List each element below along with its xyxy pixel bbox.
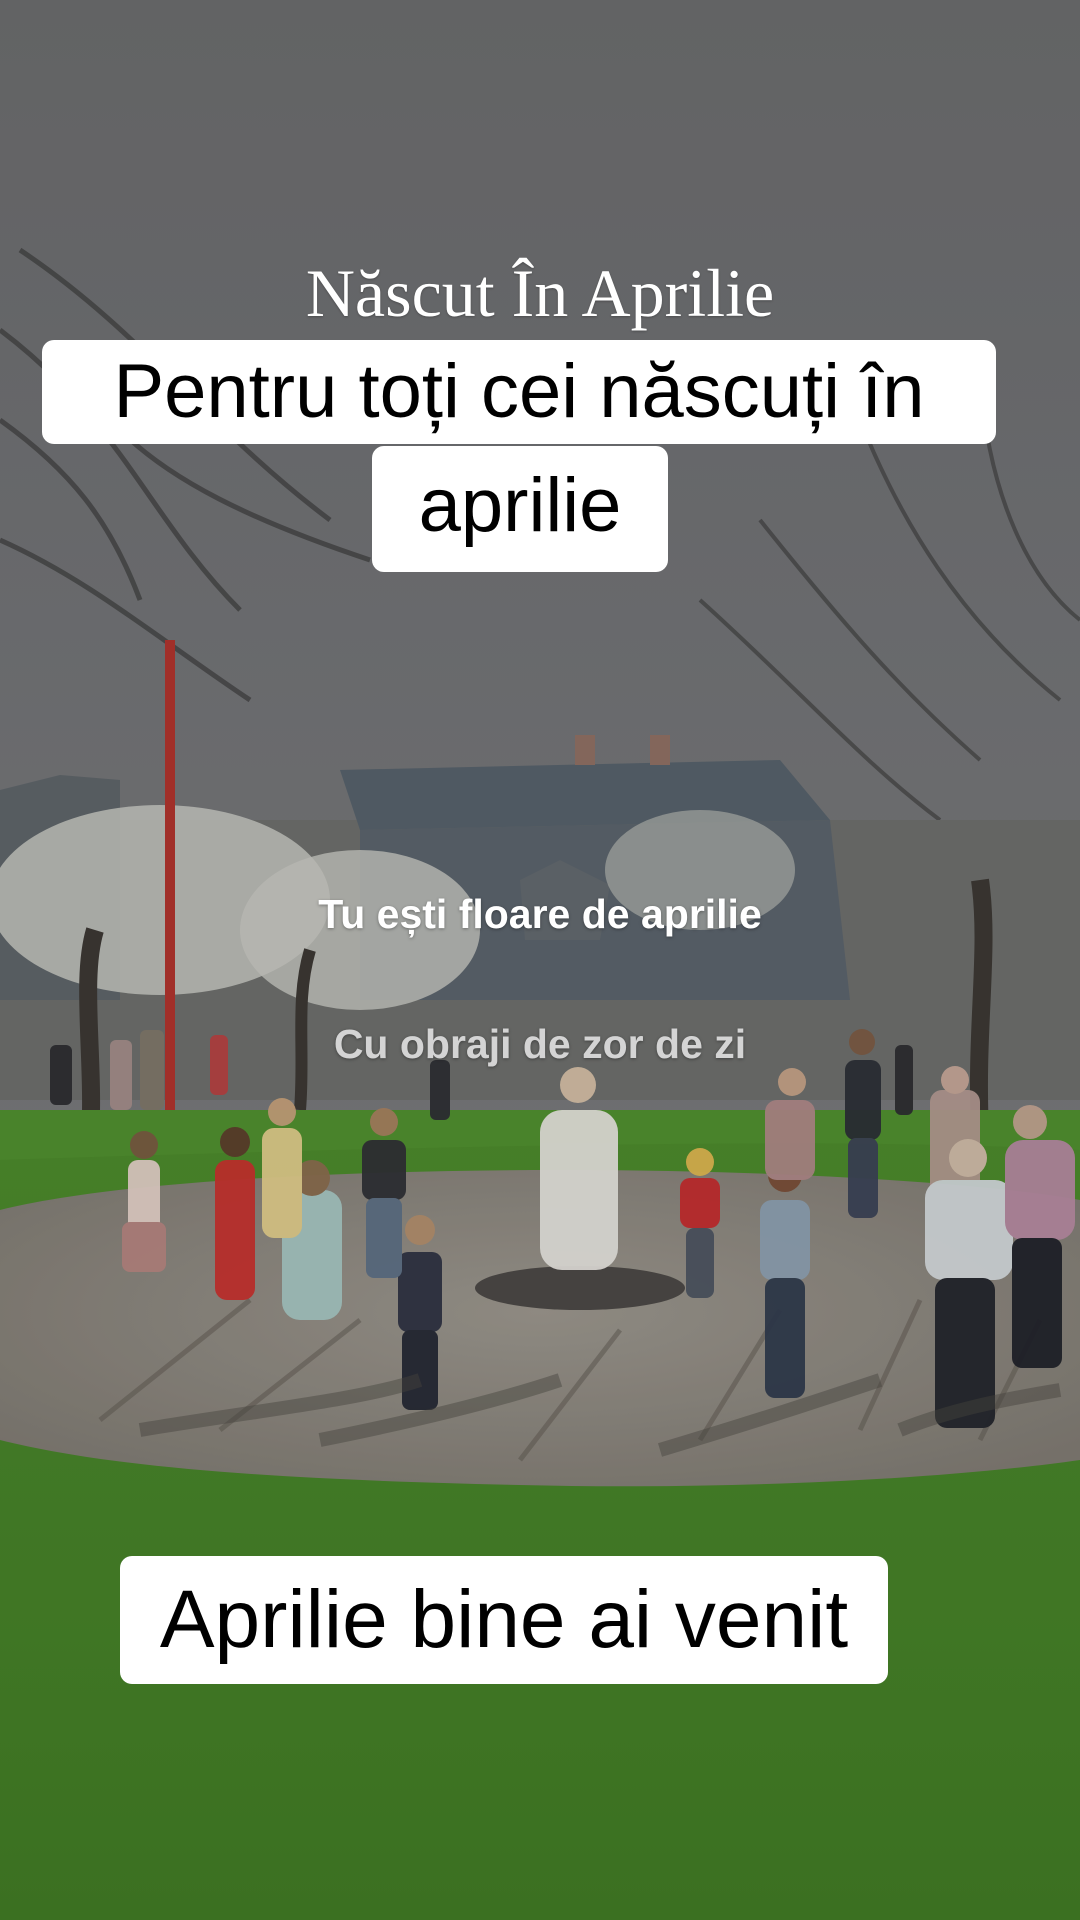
caption-top-line-1: Pentru toți cei născuți în: [42, 340, 996, 444]
title-overlay-text: Născut În Aprilie: [305, 255, 775, 331]
caption-top-line-2: aprilie: [372, 446, 668, 572]
lyric-current-line: Tu ești floare de aprilie: [318, 891, 762, 937]
caption-bottom-text: Aprilie bine ai venit: [159, 1574, 849, 1665]
lyric-next-line: Cu obraji de zor de zi: [333, 1021, 747, 1067]
video-frame: Născut În Aprilie Pentru toți cei născuț…: [0, 0, 1080, 1920]
caption-top-line-2-text: aprilie: [418, 463, 622, 548]
caption-bottom: Aprilie bine ai venit: [120, 1556, 888, 1684]
caption-top-line-1-text: Pentru toți cei născuți în: [113, 349, 925, 434]
